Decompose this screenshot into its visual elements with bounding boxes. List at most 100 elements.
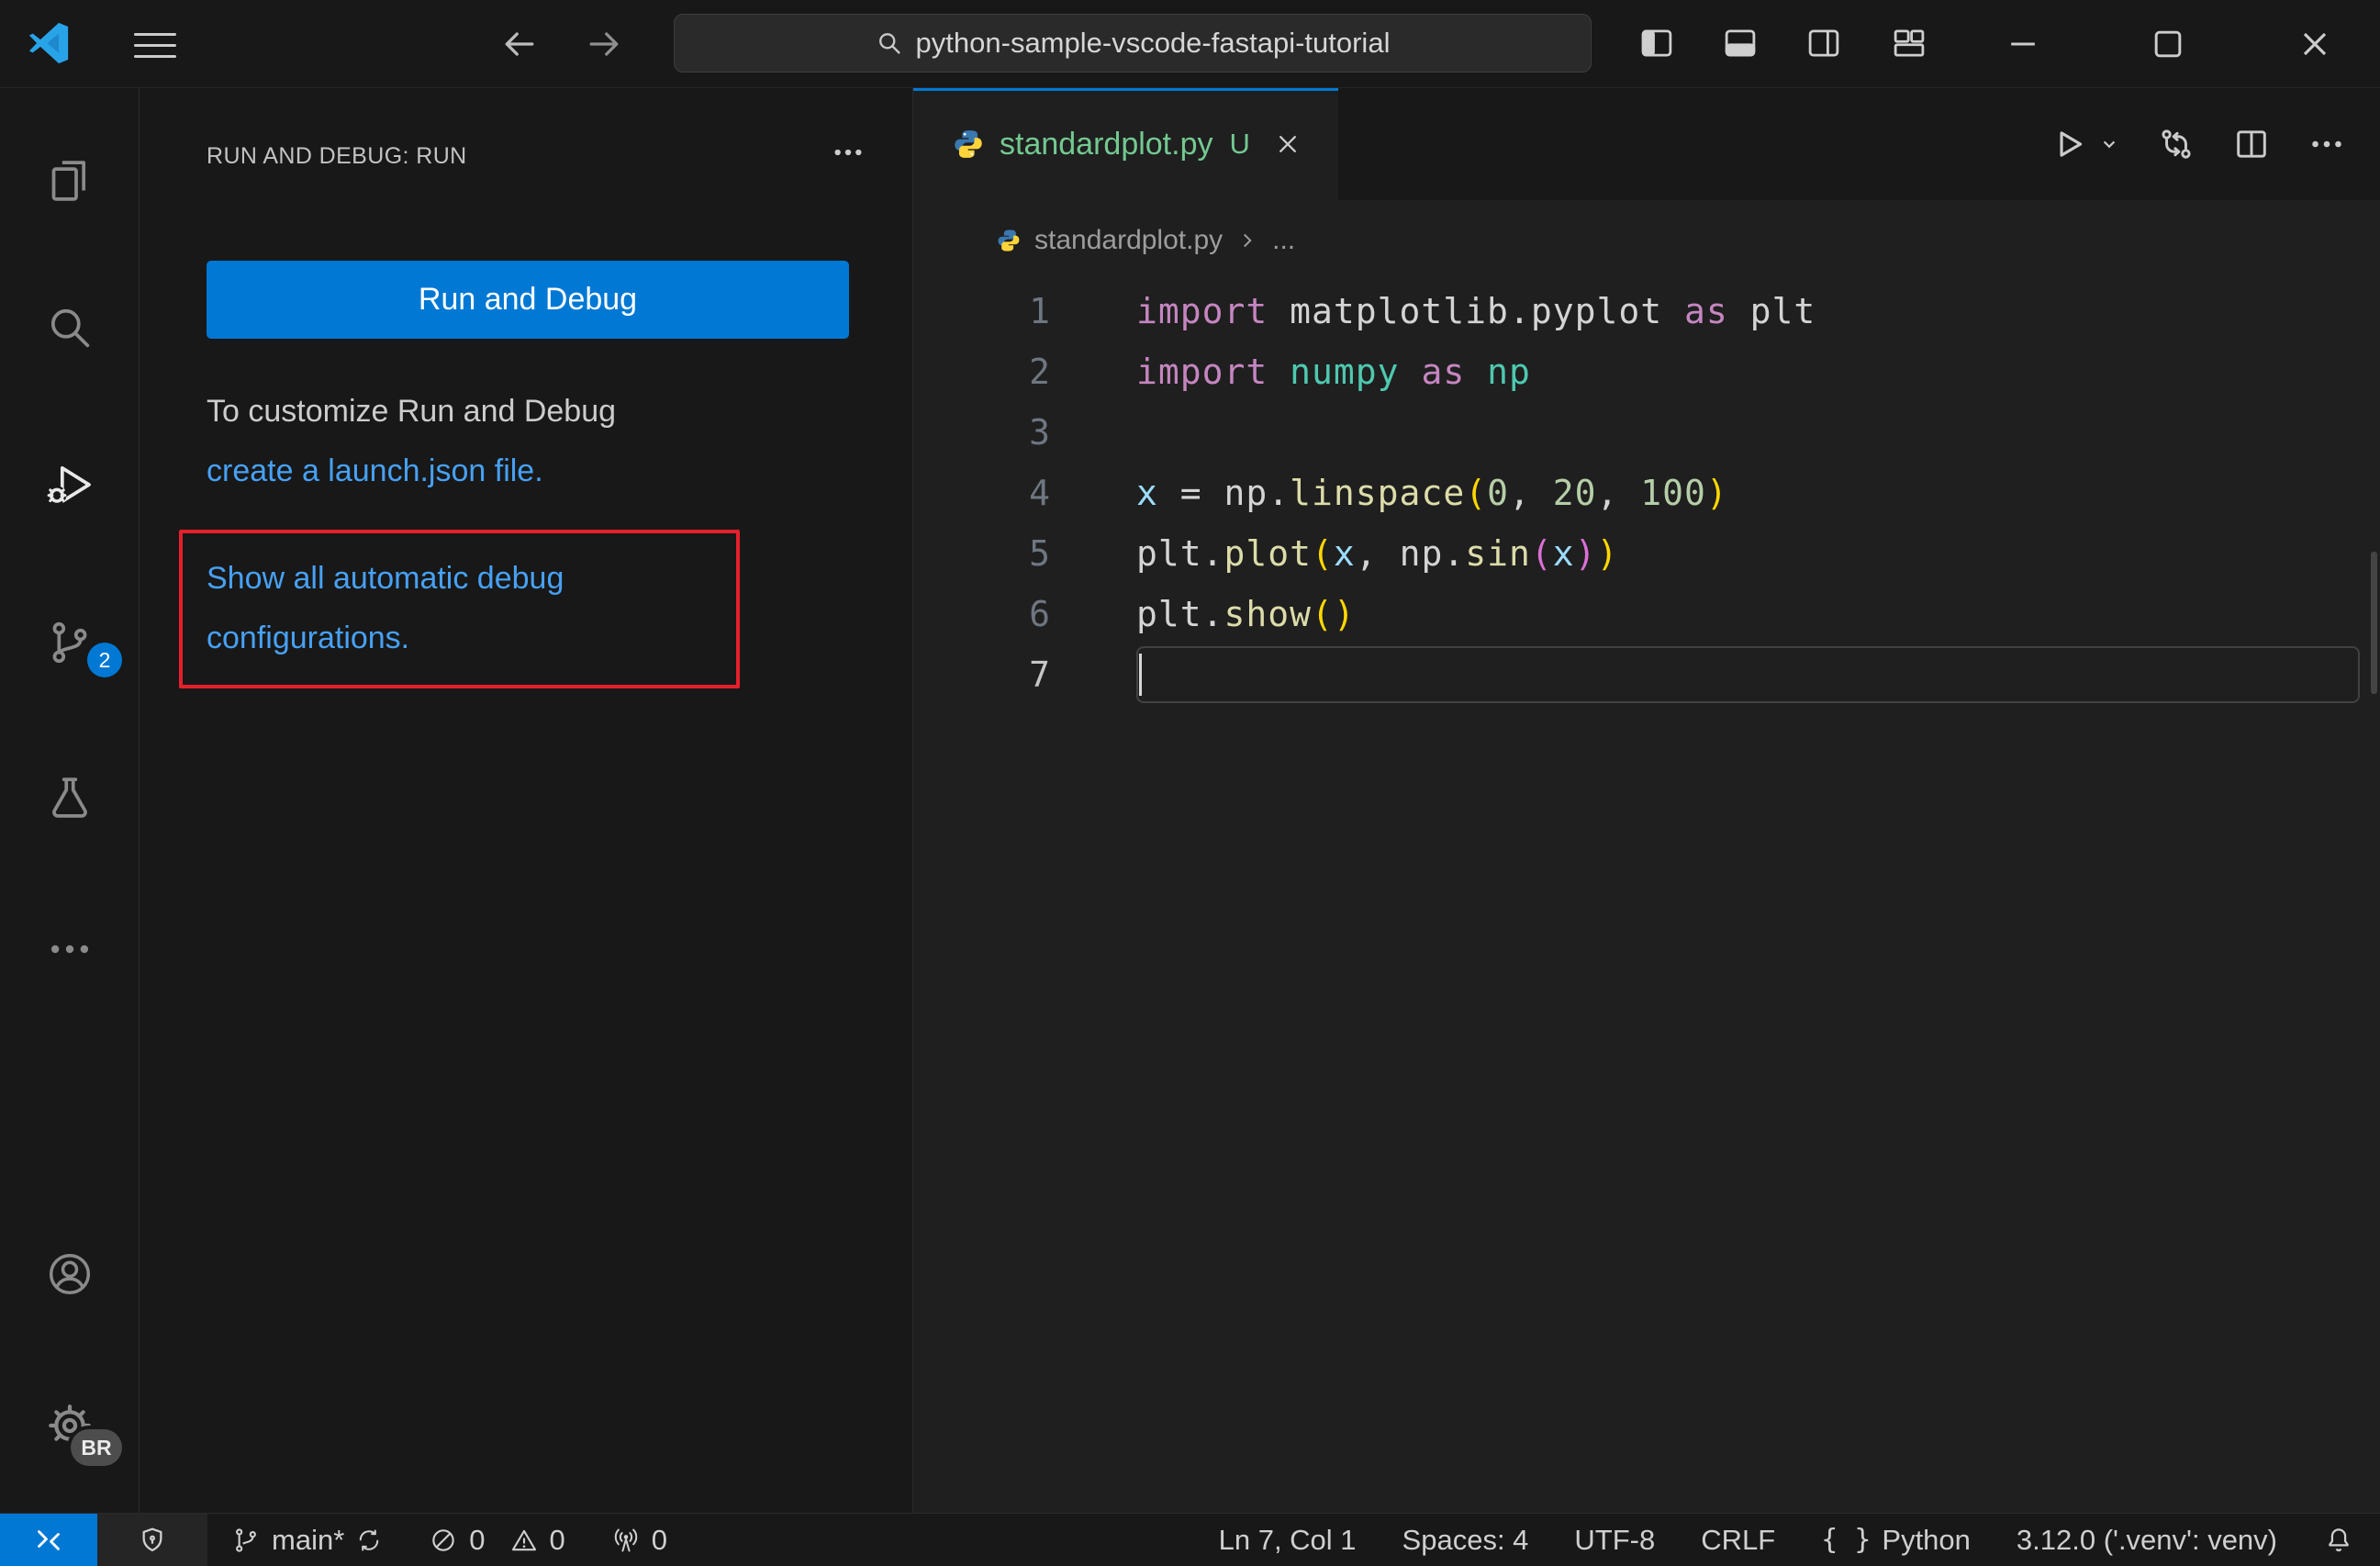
tab-bar: standardplot.py U <box>913 88 2380 200</box>
customize-hint: To customize Run and Debug create a laun… <box>207 382 616 501</box>
title-bar: python-sample-vscode-fastapi-tutorial <box>0 0 2380 88</box>
open-changes-button[interactable] <box>2156 124 2196 164</box>
python-file-icon <box>955 130 982 158</box>
code-line[interactable]: 6 plt.show() <box>913 584 2380 644</box>
source-control-view-button[interactable]: 2 <box>0 615 139 677</box>
breadcrumb-symbol[interactable]: ... <box>1272 225 1295 256</box>
radio-tower-icon <box>614 1528 637 1551</box>
accounts-button[interactable] <box>0 1247 139 1302</box>
ellipsis-icon <box>834 149 862 156</box>
run-and-debug-view-button[interactable] <box>0 457 139 512</box>
breadcrumbs[interactable]: standardplot.py ... <box>913 200 2380 281</box>
code-line[interactable]: 1 import matplotlib.pyplot as plt <box>913 281 2380 341</box>
line-text: import matplotlib.pyplot as plt <box>1136 291 1816 331</box>
eol-status[interactable]: CRLF <box>1701 1524 1775 1557</box>
line-number: 4 <box>1029 473 1051 513</box>
run-icon <box>2060 131 2083 157</box>
maximize-icon <box>2154 30 2182 58</box>
port-count: 0 <box>651 1523 668 1556</box>
cursor-position-status[interactable]: Ln 7, Col 1 <box>1219 1524 1357 1557</box>
code-line[interactable]: 3 <box>913 402 2380 463</box>
encoding-status[interactable]: UTF-8 <box>1574 1524 1655 1557</box>
open-changes-icon <box>2162 129 2191 159</box>
vscode-window: python-sample-vscode-fastapi-tutorial 2 … <box>0 0 2380 1566</box>
window-maximize-button[interactable] <box>2148 24 2188 64</box>
close-icon <box>1279 136 1296 152</box>
auto-debug-link-line1: Show all automatic debug <box>207 561 564 596</box>
more-actions-button[interactable] <box>2307 124 2347 164</box>
navigate-forward-button[interactable] <box>584 24 624 64</box>
workspace-trust-indicator[interactable] <box>97 1514 207 1566</box>
warnings-icon <box>511 1529 536 1550</box>
braces-icon: { } <box>1821 1524 1872 1556</box>
explorer-view-button[interactable] <box>0 153 139 208</box>
search-view-button[interactable] <box>0 300 139 355</box>
application-menu-button[interactable] <box>134 25 176 66</box>
run-and-debug-button[interactable]: Run and Debug <box>207 261 849 339</box>
customize-layout-button[interactable] <box>1890 24 1928 62</box>
notifications-bell-button[interactable] <box>2323 1525 2354 1556</box>
branch-name: main* <box>272 1523 345 1556</box>
run-options-dropdown-button[interactable] <box>2097 132 2121 156</box>
ports-status[interactable]: 0 <box>611 1514 667 1566</box>
code-line[interactable]: 5 plt.plot(x, np.sin(x)) <box>913 523 2380 584</box>
code-editor[interactable]: 1 import matplotlib.pyplot as plt 2 import … <box>913 281 2380 705</box>
close-tab-button[interactable] <box>1272 129 1303 160</box>
toggle-primary-sidebar-button[interactable] <box>1637 24 1676 62</box>
tab-standardplot-py[interactable]: standardplot.py U <box>913 88 1338 200</box>
command-center-search[interactable]: python-sample-vscode-fastapi-tutorial <box>674 14 1592 73</box>
window-minimize-button[interactable] <box>2003 24 2043 64</box>
line-text: plt.show() <box>1136 594 1356 634</box>
layout-sidebar-right-icon <box>1808 29 1839 57</box>
indentation-status[interactable]: Spaces: 4 <box>1402 1524 1529 1557</box>
search-icon <box>50 308 89 348</box>
layout-panel-bottom-icon <box>1725 29 1756 57</box>
line-number: 6 <box>1029 594 1051 634</box>
shield-icon <box>142 1527 162 1551</box>
remote-indicator[interactable] <box>0 1514 97 1566</box>
additional-views-button[interactable] <box>0 922 139 977</box>
code-line[interactable]: 4 x = np.linspace(0, 20, 100) <box>913 463 2380 523</box>
customize-layout-icon <box>1894 29 1925 57</box>
line-text: import numpy as np <box>1136 352 1531 392</box>
errors-icon <box>432 1528 454 1551</box>
toggle-secondary-sidebar-button[interactable] <box>1805 24 1843 62</box>
git-branch-status[interactable]: main* <box>231 1514 383 1566</box>
git-untracked-indicator: U <box>1229 128 1250 160</box>
editor-scrollbar[interactable] <box>2371 552 2377 694</box>
split-editor-button[interactable] <box>2231 124 2272 164</box>
settings-gear-button[interactable]: BR <box>0 1398 139 1466</box>
run-and-debug-panel: RUN AND DEBUG: RUN Run and Debug To cust… <box>140 88 912 1513</box>
arrow-left-icon <box>505 32 534 56</box>
line-text: plt.plot(x, np.sin(x)) <box>1136 533 1619 574</box>
toggle-panel-button[interactable] <box>1721 24 1760 62</box>
auto-debug-config-area: Show all automatic debug configurations. <box>179 530 740 688</box>
code-line[interactable]: 2 import numpy as np <box>913 341 2380 402</box>
editor-group: standardplot.py U standardplot.py ... 1 … <box>912 88 2380 1513</box>
show-auto-debug-configs-link[interactable]: Show all automatic debug configurations. <box>179 530 740 668</box>
breadcrumb-file[interactable]: standardplot.py <box>1034 225 1223 256</box>
language-mode-status[interactable]: { } Python <box>1821 1524 1971 1557</box>
python-interpreter-status[interactable]: 3.12.0 ('.venv': venv) <box>2017 1524 2277 1557</box>
vscode-logo-icon <box>28 22 70 64</box>
layout-sidebar-left-icon <box>1641 29 1672 57</box>
line-number: 2 <box>1029 352 1051 392</box>
navigate-back-button[interactable] <box>499 24 540 64</box>
create-launch-json-link[interactable]: create a launch.json file. <box>207 453 543 488</box>
window-close-button[interactable] <box>2295 24 2335 64</box>
activity-bar: 2 BR <box>0 88 140 1513</box>
language-name: Python <box>1882 1523 1971 1556</box>
source-control-badge: 2 <box>87 643 122 677</box>
line-number: 7 <box>1029 654 1051 695</box>
testing-view-button[interactable] <box>0 770 139 825</box>
views-and-more-actions-button[interactable] <box>830 134 866 171</box>
run-python-file-button[interactable] <box>2048 124 2088 164</box>
git-branch-icon <box>236 1527 256 1552</box>
status-bar: main* 0 0 0 Ln 7, Col 1 Spaces: 4 UTF-8 … <box>0 1513 2380 1566</box>
auto-debug-link-line2: configurations. <box>207 621 410 655</box>
line-text: x = np.linspace(0, 20, 100) <box>1136 473 1728 513</box>
problems-status[interactable]: 0 0 <box>429 1514 565 1566</box>
ellipsis-icon <box>50 945 88 954</box>
run-and-debug-icon <box>47 465 91 505</box>
code-line[interactable]: 7 <box>913 644 2380 705</box>
